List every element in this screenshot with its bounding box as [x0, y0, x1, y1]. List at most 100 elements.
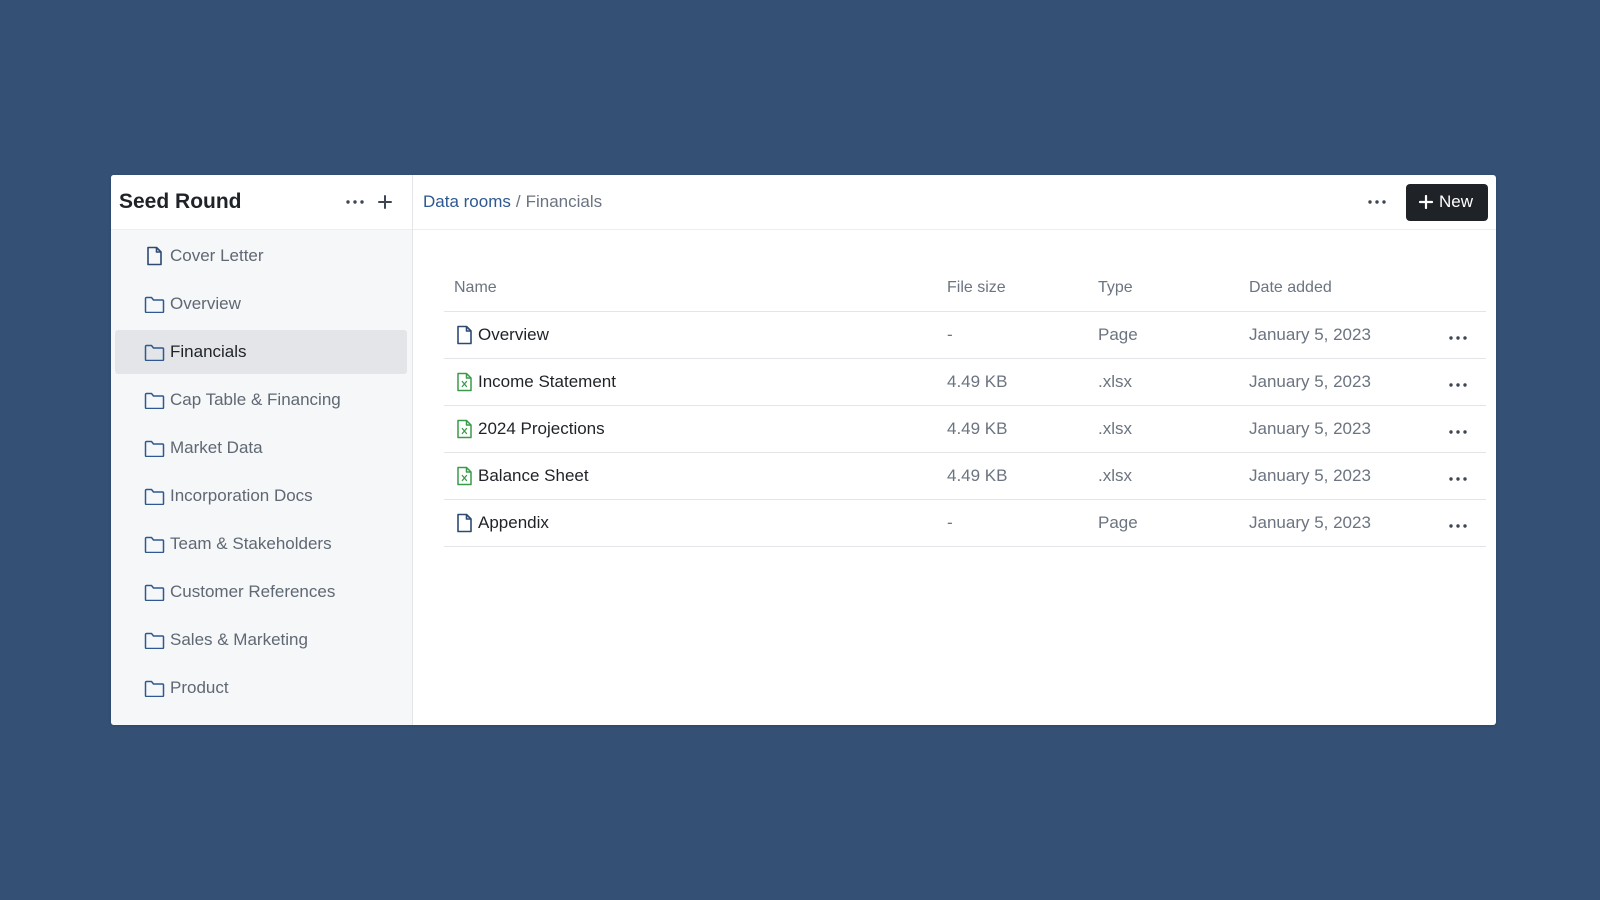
spreadsheet-icon: [454, 372, 474, 392]
new-button-label: New: [1438, 192, 1473, 211]
column-header-file-size[interactable]: File size: [947, 265, 1098, 312]
folder-icon: [143, 485, 165, 507]
column-header-actions: [1429, 265, 1486, 312]
table-row[interactable]: Balance Sheet 4.49 KB .xlsx January 5, 2…: [444, 452, 1486, 500]
file-name: 2024 Projections: [478, 418, 605, 438]
cell-type: .xlsx: [1098, 452, 1249, 500]
folder-icon: [143, 389, 165, 411]
row-more-button[interactable]: [1448, 476, 1467, 481]
folder-icon: [143, 581, 165, 603]
file-name: Overview: [478, 324, 549, 344]
cell-name: 2024 Projections: [444, 405, 947, 453]
table-row[interactable]: 2024 Projections 4.49 KB .xlsx January 5…: [444, 405, 1486, 453]
row-more-button[interactable]: [1448, 429, 1467, 434]
file-name: Appendix: [478, 512, 549, 532]
file-name-link[interactable]: Appendix: [454, 513, 947, 533]
sidebar-item-product[interactable]: Product: [115, 666, 407, 710]
app-window: Seed Round Cover Letter Overview Financi…: [111, 175, 1496, 725]
document-icon: [143, 245, 165, 267]
sidebar-list: Cover Letter Overview Financials Cap Tab…: [111, 230, 412, 714]
cell-date-added: January 5, 2023: [1249, 405, 1429, 453]
table-body: Overview - Page January 5, 2023 Income S…: [444, 311, 1486, 547]
sidebar-item-label: Overview: [170, 294, 241, 313]
file-name-link[interactable]: Income Statement: [454, 372, 947, 392]
sidebar-item-team-and-stakeholders[interactable]: Team & Stakeholders: [115, 522, 407, 566]
column-header-date-added[interactable]: Date added: [1249, 265, 1429, 312]
cell-name: Balance Sheet: [444, 452, 947, 500]
ellipsis-icon: [1448, 382, 1467, 387]
sidebar-item-label: Cap Table & Financing: [170, 390, 341, 409]
table-row[interactable]: Overview - Page January 5, 2023: [444, 311, 1486, 359]
sidebar-item-cap-table-and-financing[interactable]: Cap Table & Financing: [115, 378, 407, 422]
cell-actions: [1429, 405, 1486, 453]
column-header-type[interactable]: Type: [1098, 265, 1249, 312]
table-row[interactable]: Appendix - Page January 5, 2023: [444, 499, 1486, 547]
row-more-button[interactable]: [1448, 335, 1467, 340]
main-panel: Data rooms / Financials New Name File si…: [413, 175, 1496, 725]
breadcrumb: Data rooms / Financials: [423, 192, 1362, 212]
sidebar-item-market-data[interactable]: Market Data: [115, 426, 407, 470]
sidebar-item-sales-and-marketing[interactable]: Sales & Marketing: [115, 618, 407, 662]
sidebar-item-cover-letter[interactable]: Cover Letter: [115, 234, 407, 278]
folder-icon: [143, 293, 165, 315]
plus-icon: [378, 195, 392, 209]
row-more-button[interactable]: [1448, 382, 1467, 387]
cell-type: Page: [1098, 311, 1249, 359]
cell-file-size: -: [947, 499, 1098, 547]
sidebar-item-label: Market Data: [170, 438, 263, 457]
file-name-link[interactable]: Overview: [454, 325, 947, 345]
sidebar-item-incorporation-docs[interactable]: Incorporation Docs: [115, 474, 407, 518]
sidebar-item-label: Incorporation Docs: [170, 486, 313, 505]
cell-actions: [1429, 358, 1486, 406]
cell-date-added: January 5, 2023: [1249, 499, 1429, 547]
file-name-link[interactable]: Balance Sheet: [454, 466, 947, 486]
sidebar-item-label: Financials: [170, 342, 247, 361]
document-icon: [454, 325, 474, 345]
row-more-button[interactable]: [1448, 523, 1467, 528]
cell-name: Appendix: [444, 499, 947, 547]
file-name-link[interactable]: 2024 Projections: [454, 419, 947, 439]
page-more-button[interactable]: [1362, 187, 1392, 217]
file-table-container: Name File size Type Date added Overview …: [413, 230, 1496, 547]
folder-icon: [143, 629, 165, 651]
sidebar-item-customer-references[interactable]: Customer References: [115, 570, 407, 614]
ellipsis-icon: [1448, 476, 1467, 481]
breadcrumb-data-rooms-link[interactable]: Data rooms: [423, 192, 511, 212]
sidebar: Seed Round Cover Letter Overview Financi…: [111, 175, 413, 725]
sidebar-title: Seed Round: [119, 190, 242, 213]
cell-type: .xlsx: [1098, 358, 1249, 406]
folder-icon: [143, 533, 165, 555]
table-header-row: Name File size Type Date added: [444, 265, 1486, 312]
folder-icon: [143, 677, 165, 699]
sidebar-header: Seed Round: [111, 175, 412, 230]
sidebar-item-financials[interactable]: Financials: [115, 330, 407, 374]
folder-icon: [143, 341, 165, 363]
cell-actions: [1429, 452, 1486, 500]
file-name: Income Statement: [478, 371, 616, 391]
file-name: Balance Sheet: [478, 465, 589, 485]
sidebar-item-label: Product: [170, 678, 229, 697]
sidebar-item-overview[interactable]: Overview: [115, 282, 407, 326]
sidebar-more-button[interactable]: [340, 187, 370, 217]
spreadsheet-icon: [454, 419, 474, 439]
ellipsis-icon: [1448, 429, 1467, 434]
cell-name: Overview: [444, 311, 947, 359]
ellipsis-icon: [346, 200, 364, 204]
sidebar-add-button[interactable]: [370, 187, 400, 217]
table-row[interactable]: Income Statement 4.49 KB .xlsx January 5…: [444, 358, 1486, 406]
new-button[interactable]: New: [1405, 183, 1488, 221]
ellipsis-icon: [1448, 523, 1467, 528]
cell-date-added: January 5, 2023: [1249, 358, 1429, 406]
cell-type: .xlsx: [1098, 405, 1249, 453]
cell-file-size: 4.49 KB: [947, 405, 1098, 453]
sidebar-item-label: Sales & Marketing: [170, 630, 308, 649]
sidebar-item-label: Cover Letter: [170, 246, 264, 265]
cell-actions: [1429, 311, 1486, 359]
column-header-name[interactable]: Name: [444, 265, 947, 312]
breadcrumb-current: Financials: [525, 192, 603, 211]
cell-date-added: January 5, 2023: [1249, 311, 1429, 359]
ellipsis-icon: [1448, 335, 1467, 340]
cell-file-size: 4.49 KB: [947, 358, 1098, 406]
cell-name: Income Statement: [444, 358, 947, 406]
file-table: Name File size Type Date added Overview …: [444, 265, 1486, 547]
